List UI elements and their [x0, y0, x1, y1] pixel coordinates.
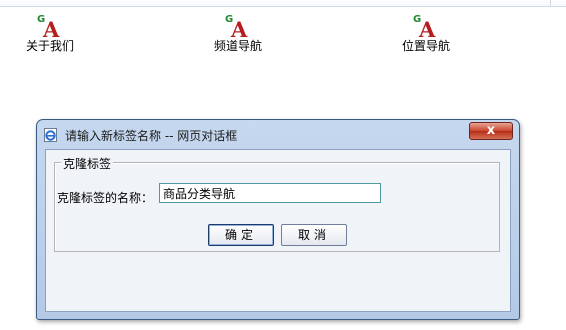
svg-text:A: A [42, 17, 60, 38]
close-button[interactable]: x [469, 122, 513, 140]
page-item-about[interactable]: G A 关于我们 [26, 12, 106, 54]
page-item-channel-nav[interactable]: G A 频道导航 [214, 12, 294, 54]
svg-text:A: A [418, 17, 436, 38]
page-item-location-nav[interactable]: G A 位置导航 [402, 12, 482, 54]
page-label: 关于我们 [26, 39, 75, 53]
ga-page-icon: G A [225, 14, 248, 38]
ie-page-icon [44, 128, 57, 142]
svg-text:A: A [230, 17, 248, 38]
cancel-button[interactable]: 取消 [281, 224, 347, 246]
new-tag-dialog: 请输入新标签名称 -- 网页对话框 x 克隆标签 克隆标签的名称： 确定 取消 [36, 119, 520, 320]
ga-page-icon: G A [37, 14, 60, 38]
ok-button[interactable]: 确定 [208, 224, 274, 246]
clone-tag-fieldset: 克隆标签 克隆标签的名称： 确定 取消 [54, 155, 500, 252]
ga-page-icon: G A [413, 14, 436, 38]
top-border-tick [550, 0, 551, 6]
fieldset-legend: 克隆标签 [61, 155, 114, 172]
top-border [0, 0, 566, 7]
page-label: 位置导航 [402, 39, 451, 53]
dialog-titlebar[interactable]: 请输入新标签名称 -- 网页对话框 x [37, 120, 519, 146]
close-icon: x [486, 123, 496, 138]
page-label: 频道导航 [214, 39, 263, 53]
dialog-title: 请输入新标签名称 -- 网页对话框 [65, 129, 238, 143]
dialog-content: 克隆标签 克隆标签的名称： 确定 取消 [45, 149, 511, 312]
tag-name-label: 克隆标签的名称： [57, 191, 154, 205]
tag-name-input[interactable] [159, 183, 381, 203]
